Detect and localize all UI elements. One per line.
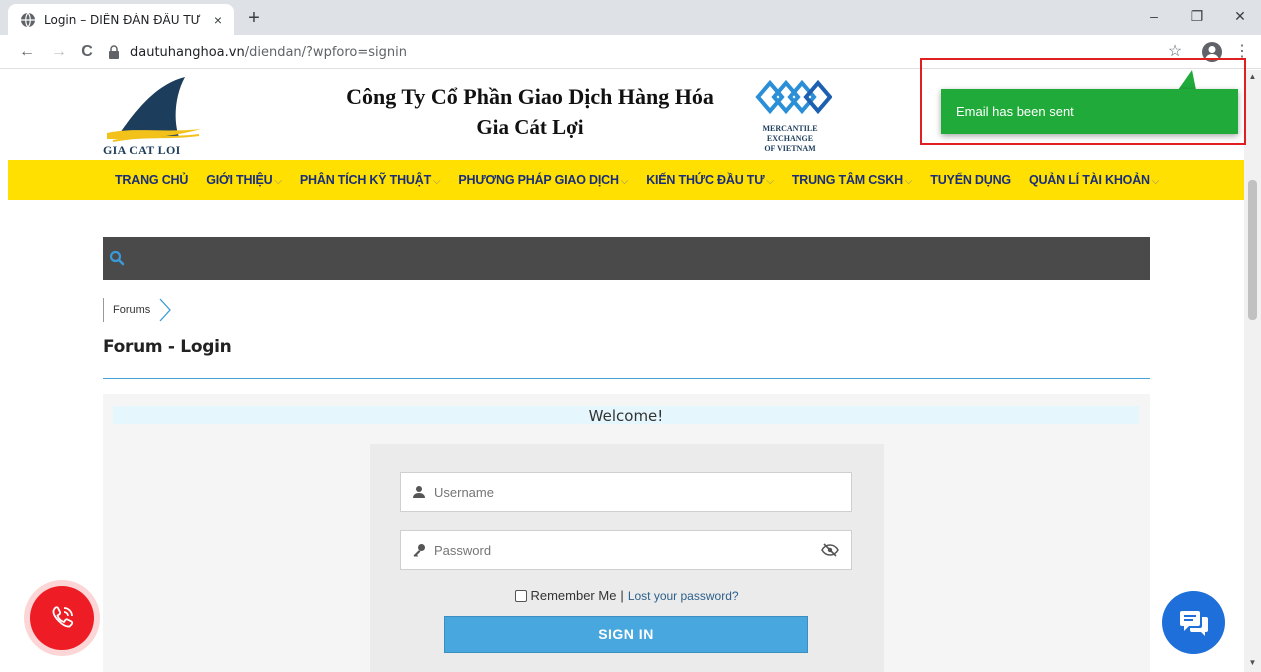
close-window-button[interactable]: ✕ <box>1225 6 1255 26</box>
chevron-down-icon: ⌵ <box>904 176 913 187</box>
nav-label: PHƯƠNG PHÁP GIAO DỊCH <box>458 173 619 187</box>
mxv-text-line3: OF VIETNAM <box>764 144 816 153</box>
restore-button[interactable]: ❐ <box>1182 6 1212 26</box>
password-field[interactable] <box>400 530 852 570</box>
password-input[interactable] <box>434 542 821 558</box>
globe-icon <box>21 12 35 27</box>
login-panel: Welcome! Remember Me | Lost <box>103 394 1150 672</box>
tab-title: Login – DIỄN ĐÀN ĐẦU TƯ HÀNG <box>44 12 204 27</box>
chevron-down-icon: ⌵ <box>620 176 629 187</box>
remember-row: Remember Me | Lost your password? <box>370 588 884 603</box>
forward-button[interactable]: → <box>50 43 68 61</box>
scroll-down-arrow-icon[interactable]: ▼ <box>1248 658 1257 667</box>
mxv-text-line1: MERCANTILE <box>762 124 818 133</box>
chevron-down-icon: ⌵ <box>433 176 441 187</box>
url-domain: dautuhanghoa.vn <box>130 44 245 60</box>
browser-tab[interactable]: Login – DIỄN ĐÀN ĐẦU TƯ HÀNG × <box>8 4 234 35</box>
browser-tab-strip: Login – DIỄN ĐÀN ĐẦU TƯ HÀNG × + – ❐ ✕ <box>0 0 1261 35</box>
back-button[interactable]: ← <box>18 43 36 61</box>
url-text: dautuhanghoa.vn/diendan/?wpforo=signin <box>130 45 407 60</box>
eye-slash-icon[interactable] <box>821 543 839 557</box>
chevron-down-icon: ⌵ <box>766 176 774 187</box>
title-divider <box>103 378 1150 379</box>
reload-button[interactable]: C <box>78 43 96 61</box>
scroll-up-arrow-icon[interactable]: ▲ <box>1248 72 1257 81</box>
page-title: Forum - Login <box>103 337 232 357</box>
remember-me-checkbox[interactable] <box>515 589 528 602</box>
lock-icon <box>109 45 119 59</box>
lost-password-link[interactable]: Lost your password? <box>628 589 739 603</box>
phone-ringing-icon <box>52 606 74 628</box>
tab-close-icon[interactable]: × <box>210 12 226 28</box>
nav-label: GIỚI THIỆU <box>206 173 273 187</box>
mxv-logo: MERCANTILE EXCHANGE OF VIETNAM <box>748 75 833 155</box>
nav-item-gioi-thieu[interactable]: GIỚI THIỆU ⌵ <box>206 173 282 187</box>
company-name-line2: Gia Cát Lợi <box>476 115 584 139</box>
company-name-line1: Công Ty Cổ Phần Giao Dịch Hàng Hóa <box>346 84 714 109</box>
site-logo[interactable]: GIA CAT LOI <box>103 75 203 160</box>
breadcrumb-chevron-icon <box>159 298 172 322</box>
nav-item-tuyen-dung[interactable]: TUYỂN DỤNG <box>930 173 1011 187</box>
chat-bubble-icon <box>1179 610 1208 636</box>
company-name: Công Ty Cổ Phần Giao Dịch Hàng Hóa Gia C… <box>300 82 760 142</box>
sign-in-button[interactable]: SIGN IN <box>444 616 808 653</box>
remember-separator: | <box>620 588 624 603</box>
nav-item-kien-thuc-dau-tu[interactable]: KIẾN THỨC ĐẦU TƯ ⌵ <box>646 173 774 187</box>
scrollbar-thumb[interactable] <box>1248 180 1257 320</box>
nav-label: TRUNG TÂM CSKH <box>791 173 903 187</box>
minimize-button[interactable]: – <box>1139 6 1169 26</box>
chevron-down-icon: ⌵ <box>1151 176 1160 187</box>
nav-item-trung-tam-cskh[interactable]: TRUNG TÂM CSKH ⌵ <box>791 173 913 187</box>
username-field[interactable] <box>400 472 852 512</box>
toast-notification: Email has been sent <box>941 89 1238 134</box>
nav-item-phan-tich-ky-thuat[interactable]: PHÂN TÍCH KỸ THUẬT ⌵ <box>300 173 441 187</box>
username-input[interactable] <box>434 484 851 500</box>
chat-button[interactable] <box>1162 591 1225 654</box>
toast-pointer <box>1178 70 1196 90</box>
login-form: Remember Me | Lost your password? SIGN I… <box>370 444 884 672</box>
nav-label: TUYỂN DỤNG <box>930 173 1011 187</box>
search-icon[interactable] <box>109 250 125 266</box>
chevron-down-icon: ⌵ <box>274 176 283 187</box>
mxv-text-line2: EXCHANGE <box>766 134 814 143</box>
call-button[interactable] <box>30 586 94 650</box>
key-icon <box>413 544 425 557</box>
logo-text: GIA CAT LOI <box>103 143 181 157</box>
shark-fin-logo-icon <box>107 77 201 142</box>
url-path: /diendan/?wpforo=signin <box>244 44 407 60</box>
nav-label: KIẾN THỨC ĐẦU TƯ <box>646 173 765 187</box>
user-icon <box>413 486 425 498</box>
main-nav: TRANG CHỦ GIỚI THIỆU ⌵ PHÂN TÍCH KỸ THUẬT… <box>8 160 1244 200</box>
nav-item-trang-chu[interactable]: TRANG CHỦ <box>115 173 188 187</box>
nav-label: PHÂN TÍCH KỸ THUẬT <box>299 173 432 187</box>
nav-label: QUẢN LÍ TÀI KHOẢN <box>1028 173 1150 187</box>
forum-search-bar[interactable] <box>103 237 1150 280</box>
breadcrumb: Forums <box>103 298 172 322</box>
new-tab-button[interactable]: + <box>244 8 264 28</box>
breadcrumb-forums[interactable]: Forums <box>113 304 150 316</box>
remember-me-label[interactable]: Remember Me <box>530 588 616 603</box>
mxv-emblem-icon <box>755 79 833 115</box>
nav-label: TRANG CHỦ <box>115 173 189 187</box>
nav-item-phuong-phap-giao-dich[interactable]: PHƯƠNG PHÁP GIAO DỊCH ⌵ <box>458 173 628 187</box>
welcome-banner: Welcome! <box>113 406 1139 425</box>
nav-item-quan-li-tai-khoan[interactable]: QUẢN LÍ TÀI KHOẢN ⌵ <box>1028 173 1160 187</box>
page-scrollbar[interactable]: ▲ ▼ <box>1244 70 1261 672</box>
